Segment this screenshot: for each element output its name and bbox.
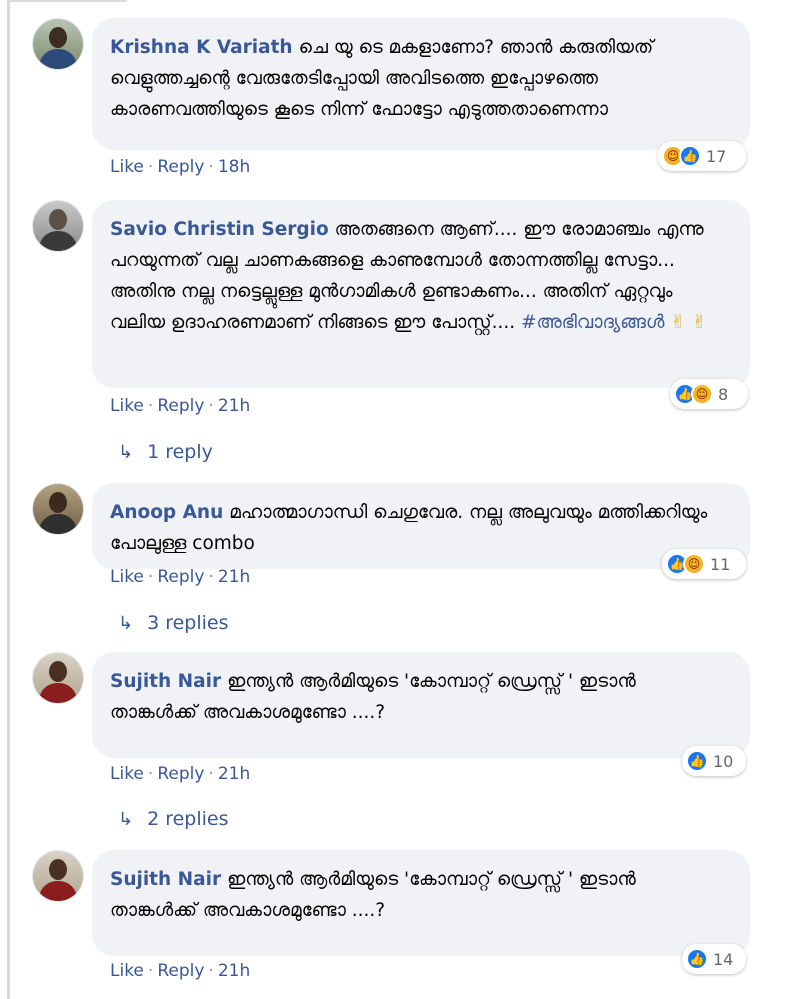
comment-bubble: Krishna K Variath ചെ യു ടെ മകളാണോ? ഞാൻ കര… bbox=[92, 18, 750, 150]
avatar[interactable] bbox=[32, 200, 84, 252]
separator: · bbox=[208, 567, 214, 587]
reply-link[interactable]: Reply bbox=[157, 396, 204, 416]
left-border bbox=[7, 0, 10, 999]
replies-count-label: 2 replies bbox=[147, 808, 229, 830]
comment-actions: Like · Reply · 21h bbox=[110, 567, 250, 587]
timestamp[interactable]: 21h bbox=[218, 961, 250, 981]
separator: · bbox=[208, 396, 214, 416]
haha-reaction-icon: ☺ bbox=[683, 553, 705, 575]
avatar[interactable] bbox=[32, 850, 84, 902]
timestamp[interactable]: 21h bbox=[218, 567, 250, 587]
view-replies-link[interactable]: ↳ 1 reply bbox=[118, 441, 213, 463]
reply-link[interactable]: Reply bbox=[157, 567, 204, 587]
comment-author[interactable]: Anoop Anu bbox=[110, 502, 223, 523]
separator: · bbox=[208, 157, 214, 177]
reply-link[interactable]: Reply bbox=[157, 764, 204, 784]
reply-arrow-icon: ↳ bbox=[118, 442, 134, 463]
like-link[interactable]: Like bbox=[110, 961, 144, 981]
timestamp[interactable]: 21h bbox=[218, 396, 250, 416]
comment-bubble: Sujith Nair ഇന്ത്യൻ ആർമിയുടെ 'കോമ്പാറ്റ് … bbox=[92, 850, 750, 956]
like-link[interactable]: Like bbox=[110, 567, 144, 587]
view-replies-link[interactable]: ↳ 3 replies bbox=[118, 612, 229, 634]
like-reaction-icon: 👍 bbox=[686, 750, 708, 772]
reaction-summary[interactable]: 👍 ☺ 11 bbox=[662, 549, 746, 579]
reaction-summary[interactable]: 👍 14 bbox=[682, 944, 746, 974]
reply-link[interactable]: Reply bbox=[157, 157, 204, 177]
reaction-count: 10 bbox=[713, 751, 734, 771]
comment-bubble: Anoop Anu മഹാത്മാഗാന്ധി ചെഗുവേര. നല്ല അലു… bbox=[92, 483, 750, 569]
reaction-count: 17 bbox=[706, 146, 727, 166]
timestamp[interactable]: 21h bbox=[218, 764, 250, 784]
avatar[interactable] bbox=[32, 18, 84, 70]
reply-arrow-icon: ↳ bbox=[118, 809, 134, 830]
reaction-summary[interactable]: 👍 ☺ 8 bbox=[670, 379, 748, 409]
replies-count-label: 1 reply bbox=[147, 441, 213, 463]
separator: · bbox=[147, 764, 154, 784]
top-border bbox=[7, 0, 127, 10]
like-reaction-icon: 👍 bbox=[686, 948, 708, 970]
comment-actions: Like · Reply · 18h bbox=[110, 157, 250, 177]
reaction-count: 11 bbox=[710, 554, 731, 574]
avatar[interactable] bbox=[32, 652, 84, 704]
avatar[interactable] bbox=[32, 483, 84, 535]
like-reaction-icon: 👍 bbox=[679, 145, 701, 167]
like-link[interactable]: Like bbox=[110, 396, 144, 416]
reaction-count: 14 bbox=[713, 949, 734, 969]
separator: · bbox=[147, 567, 154, 587]
comment-author[interactable]: Savio Christin Sergio bbox=[110, 219, 329, 240]
separator: · bbox=[147, 396, 154, 416]
comment-actions: Like · Reply · 21h bbox=[110, 764, 250, 784]
victory-hand-emoji: ✌ ✌ bbox=[670, 312, 708, 333]
replies-count-label: 3 replies bbox=[147, 612, 229, 634]
timestamp[interactable]: 18h bbox=[218, 157, 250, 177]
reaction-count: 8 bbox=[718, 384, 729, 404]
separator: · bbox=[208, 764, 214, 784]
like-link[interactable]: Like bbox=[110, 157, 144, 177]
separator: · bbox=[208, 961, 214, 981]
comment-actions: Like · Reply · 21h bbox=[110, 961, 250, 981]
comment-author[interactable]: Sujith Nair bbox=[110, 869, 221, 890]
comment-bubble: Sujith Nair ഇന്ത്യൻ ആർമിയുടെ 'കോമ്പാറ്റ് … bbox=[92, 652, 750, 758]
comment-author[interactable]: Sujith Nair bbox=[110, 671, 221, 692]
reply-arrow-icon: ↳ bbox=[118, 613, 134, 634]
comment-author[interactable]: Krishna K Variath bbox=[110, 37, 293, 58]
hashtag-link[interactable]: #അഭിവാദ്യങ്ങൾ bbox=[521, 312, 665, 333]
view-replies-link[interactable]: ↳ 2 replies bbox=[118, 808, 229, 830]
reaction-summary[interactable]: ☺ 👍 17 bbox=[658, 141, 746, 171]
like-link[interactable]: Like bbox=[110, 764, 144, 784]
separator: · bbox=[147, 961, 154, 981]
reply-link[interactable]: Reply bbox=[157, 961, 204, 981]
comment-actions: Like · Reply · 21h bbox=[110, 396, 250, 416]
separator: · bbox=[147, 157, 154, 177]
comment-bubble: Savio Christin Sergio അതങ്ങനെ ആണ്.... ഈ ര… bbox=[92, 200, 750, 388]
haha-reaction-icon: ☺ bbox=[691, 383, 713, 405]
reaction-summary[interactable]: 👍 10 bbox=[682, 746, 746, 776]
